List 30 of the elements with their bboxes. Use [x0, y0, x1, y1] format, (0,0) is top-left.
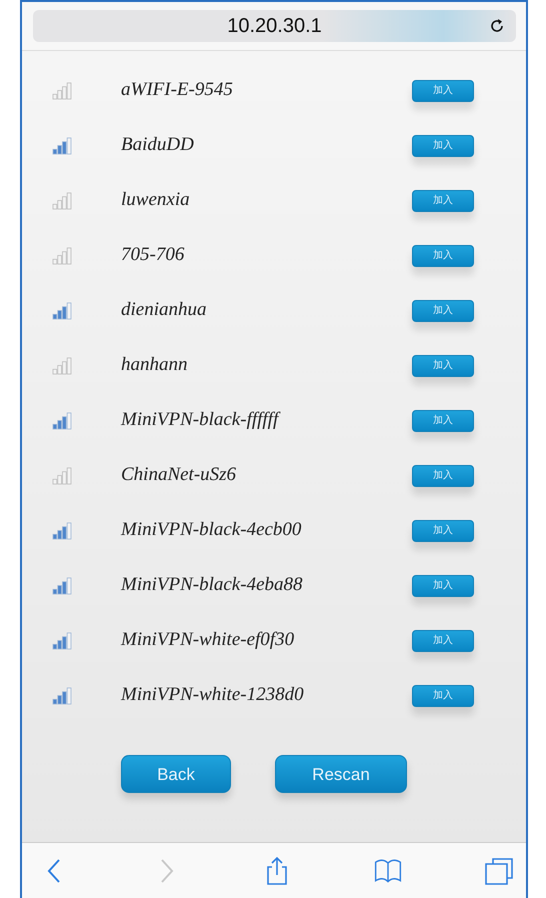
join-button[interactable]: 加入: [412, 354, 474, 376]
join-button[interactable]: 加入: [412, 190, 474, 212]
network-name: BaiduDD: [121, 133, 195, 158]
join-button[interactable]: 加入: [412, 464, 474, 486]
join-button[interactable]: 加入: [412, 574, 474, 596]
join-button[interactable]: 加入: [412, 134, 474, 156]
join-button[interactable]: 加入: [412, 520, 474, 542]
address-bar[interactable]: 10.20.30.1: [33, 10, 516, 42]
network-name: MiniVPN-black-4eba88: [121, 573, 304, 598]
network-name: dienianhua: [121, 298, 208, 322]
network-name: aWIFI-E-9545: [121, 78, 234, 102]
network-name: ChinaNet-uSz6: [121, 463, 238, 488]
join-button[interactable]: 加入: [412, 410, 474, 432]
join-button[interactable]: 加入: [412, 630, 474, 652]
tabs-icon[interactable]: [484, 856, 514, 886]
network-name: MiniVPN-white-ef0f30: [121, 628, 296, 652]
network-name: luwenxia: [121, 188, 191, 212]
network-name: 705-706: [121, 243, 186, 268]
network-name: MiniVPN-black-ffffff: [121, 408, 282, 432]
rescan-button[interactable]: Rescan: [275, 755, 407, 793]
network-name: MiniVPN-black-4ecb00: [121, 518, 302, 542]
network-name: hanhann: [121, 353, 188, 378]
network-name: MiniVPN-white-1238d0: [121, 683, 305, 708]
reload-icon[interactable]: [488, 17, 506, 35]
join-button[interactable]: 加入: [412, 300, 474, 322]
join-button[interactable]: 加入: [412, 684, 474, 706]
join-button[interactable]: 加入: [412, 80, 474, 102]
back-button[interactable]: Back: [121, 755, 231, 793]
join-button[interactable]: 加入: [412, 244, 474, 266]
url-text: 10.20.30.1: [226, 14, 323, 39]
